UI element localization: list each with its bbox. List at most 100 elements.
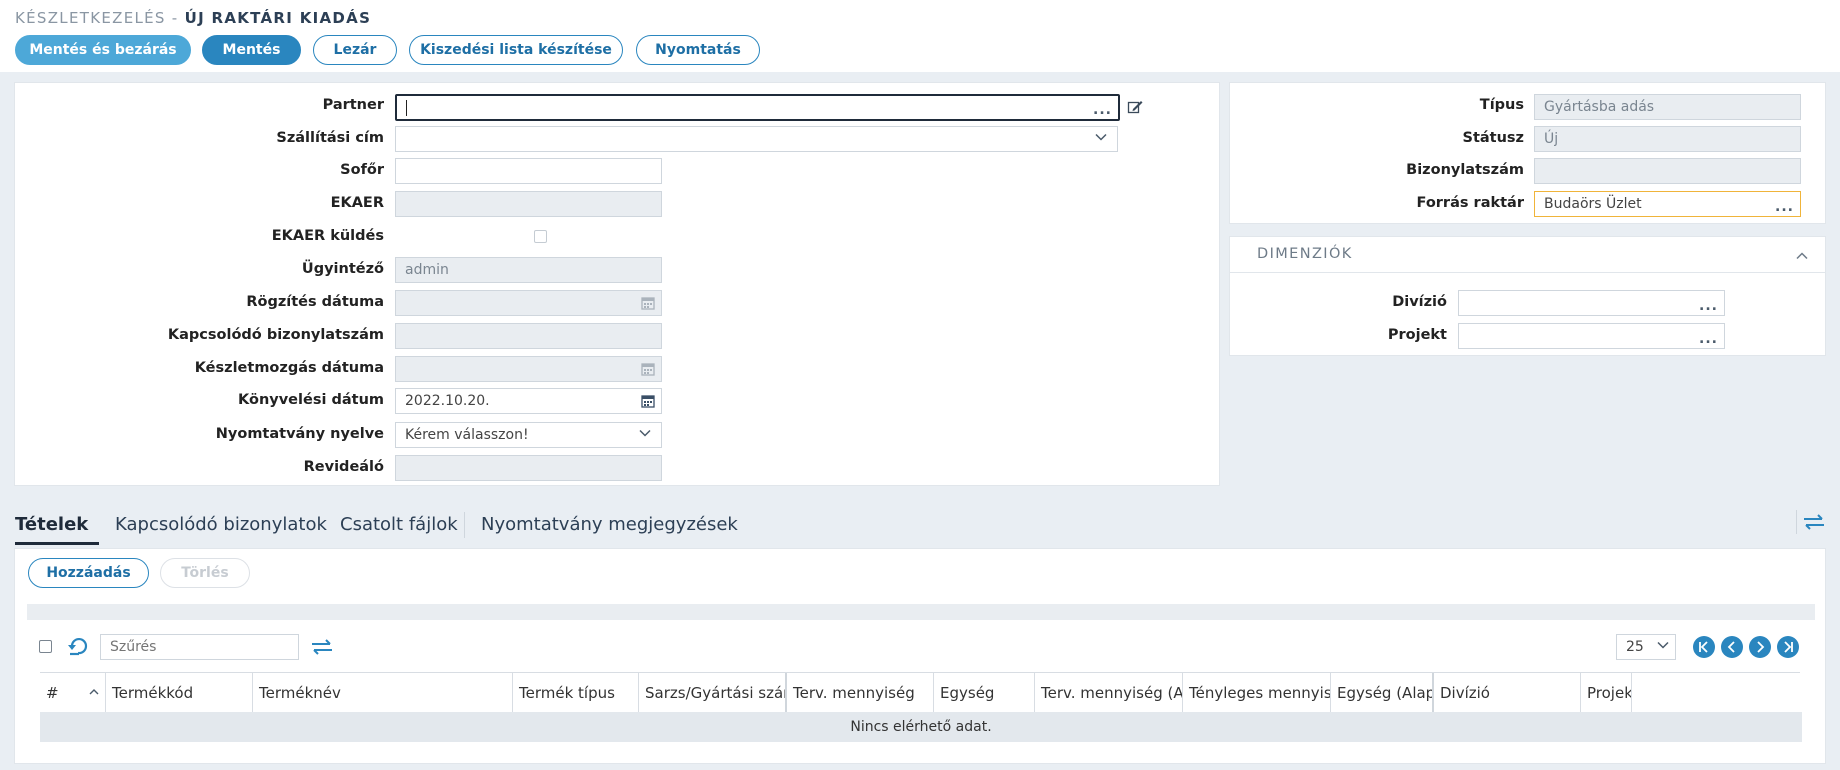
tab-print-notes[interactable]: Nyomtatvány megjegyzések — [481, 514, 738, 535]
items-grid-header: # Termékkód Terméknév Termék típus Sarzs… — [40, 672, 1800, 713]
swap-arrows-icon[interactable] — [311, 638, 333, 656]
source-warehouse-label: Forrás raktár — [1416, 195, 1525, 211]
active-tab-indicator — [15, 542, 99, 545]
column-header-index[interactable]: # — [40, 673, 105, 713]
text-cursor — [406, 99, 407, 116]
column-header-unit[interactable]: Egység — [933, 673, 1034, 713]
record-date-input — [395, 290, 662, 316]
tab-attached-files[interactable]: Csatolt fájlok — [340, 514, 458, 535]
divider — [1230, 272, 1825, 273]
more-icon[interactable]: ... — [1093, 102, 1112, 118]
tab-divider — [464, 512, 465, 538]
project-label: Projekt — [1387, 327, 1447, 343]
partner-input[interactable]: ... — [395, 94, 1120, 121]
column-header-planned-quantity[interactable]: Terv. mennyiség — [785, 673, 933, 713]
reviewer-label: Revideáló — [303, 459, 384, 475]
grid-group-bar — [27, 604, 1815, 620]
top-bar: KÉSZLETKEZELÉS - ÚJ RAKTÁRI KIADÁS Menté… — [0, 0, 1840, 72]
breadcrumb-section[interactable]: KÉSZLETKEZELÉS - — [15, 9, 179, 27]
driver-input[interactable] — [395, 158, 662, 184]
page-size-select[interactable]: 25 — [1616, 634, 1676, 660]
close-document-button[interactable]: Lezár — [313, 35, 397, 65]
chevron-up-icon[interactable] — [1795, 249, 1809, 263]
refresh-icon[interactable] — [67, 636, 89, 656]
save-button[interactable]: Mentés — [202, 35, 301, 65]
record-date-label: Rögzítés dátuma — [246, 294, 384, 310]
column-header-actual-quantity[interactable]: Tényleges mennyiség — [1182, 673, 1330, 713]
column-header-product-code[interactable]: Termékkód — [105, 673, 252, 713]
column-header-unit-base[interactable]: Egység (Alap) — [1330, 673, 1432, 713]
doc-no-label: Bizonylatszám — [1406, 162, 1524, 178]
more-icon[interactable]: ... — [1699, 331, 1718, 347]
prev-page-button[interactable] — [1721, 636, 1743, 658]
more-icon[interactable]: ... — [1699, 298, 1718, 314]
chevron-down-icon — [639, 429, 651, 437]
accounting-date-input[interactable]: 2022.10.20. — [395, 388, 662, 414]
column-header-product-name[interactable]: Terméknév — [252, 673, 512, 713]
agent-label: Ügyintéző — [301, 261, 384, 277]
chevron-right-icon — [1757, 641, 1765, 653]
doc-no-input — [1534, 158, 1801, 184]
driver-label: Sofőr — [340, 162, 384, 178]
calendar-icon[interactable] — [641, 394, 655, 408]
column-header-planned-quantity-base[interactable]: Terv. mennyiség (Alap) — [1034, 673, 1182, 713]
dimensions-title: DIMENZIÓK — [1257, 246, 1353, 262]
source-warehouse-input[interactable]: Budaörs Üzlet ... — [1534, 191, 1801, 217]
print-language-select[interactable]: Kérem válasszon! — [395, 422, 662, 448]
reviewer-input — [395, 455, 662, 481]
filter-input[interactable] — [100, 634, 299, 660]
tab-items[interactable]: Tételek — [15, 514, 88, 535]
page-title: ÚJ RAKTÁRI KIADÁS — [184, 9, 372, 27]
status-label: Státusz — [1462, 130, 1524, 146]
project-input[interactable]: ... — [1458, 323, 1725, 349]
sort-asc-icon[interactable] — [88, 686, 100, 698]
movement-date-label: Készletmozgás dátuma — [194, 360, 384, 376]
chevron-down-icon — [1657, 641, 1669, 649]
shipping-address-label: Szállítási cím — [276, 130, 384, 146]
print-button[interactable]: Nyomtatás — [636, 35, 760, 65]
chevron-left-icon — [1727, 641, 1735, 653]
column-header-division[interactable]: Divízió — [1432, 673, 1580, 713]
tab-related-documents[interactable]: Kapcsolódó bizonylatok — [115, 514, 327, 535]
column-header-project[interactable]: Projekt — [1580, 673, 1631, 713]
division-label: Divízió — [1392, 294, 1447, 310]
picking-list-button[interactable]: Kiszedési lista készítése — [409, 35, 623, 65]
swap-arrows-icon[interactable] — [1803, 513, 1825, 531]
select-all-checkbox[interactable] — [39, 640, 52, 653]
last-page-icon — [1784, 641, 1793, 653]
calendar-icon — [641, 297, 655, 310]
related-doc-no-label: Kapcsolódó bizonylatszám — [167, 327, 384, 343]
related-doc-no-input — [395, 323, 662, 349]
status-input: Új — [1534, 126, 1801, 152]
type-input: Gyártásba adás — [1534, 94, 1801, 120]
ekaer-input — [395, 191, 662, 217]
divider — [1796, 510, 1797, 534]
type-label: Típus — [1479, 97, 1524, 113]
edit-icon[interactable] — [1127, 99, 1143, 115]
column-divider — [1631, 673, 1632, 713]
print-language-label: Nyomtatvány nyelve — [215, 426, 384, 442]
column-header-product-type[interactable]: Termék típus — [512, 673, 638, 713]
save-and-close-button[interactable]: Mentés és bezárás — [15, 35, 191, 65]
first-page-button[interactable] — [1693, 636, 1715, 658]
add-item-button[interactable]: Hozzáadás — [28, 558, 149, 588]
first-page-icon — [1699, 641, 1708, 653]
chevron-down-icon — [1095, 133, 1107, 141]
ekaer-send-label: EKAER küldés — [271, 228, 384, 244]
next-page-button[interactable] — [1749, 636, 1771, 658]
agent-input: admin — [395, 257, 662, 283]
calendar-icon — [641, 363, 655, 376]
breadcrumb: KÉSZLETKEZELÉS - ÚJ RAKTÁRI KIADÁS — [15, 9, 371, 27]
no-data-message: Nincs elérhető adat. — [40, 712, 1802, 742]
ekaer-label: EKAER — [330, 195, 384, 211]
movement-date-input — [395, 356, 662, 382]
ekaer-send-checkbox[interactable] — [534, 230, 547, 243]
more-icon[interactable]: ... — [1775, 199, 1794, 215]
shipping-address-select[interactable] — [395, 126, 1118, 152]
division-input[interactable]: ... — [1458, 290, 1725, 316]
delete-item-button: Törlés — [160, 558, 250, 588]
accounting-date-label: Könyvelési dátum — [238, 392, 384, 408]
last-page-button[interactable] — [1777, 636, 1799, 658]
partner-label: Partner — [322, 97, 384, 113]
column-header-batch-number[interactable]: Sarzs/Gyártási szám — [638, 673, 785, 713]
